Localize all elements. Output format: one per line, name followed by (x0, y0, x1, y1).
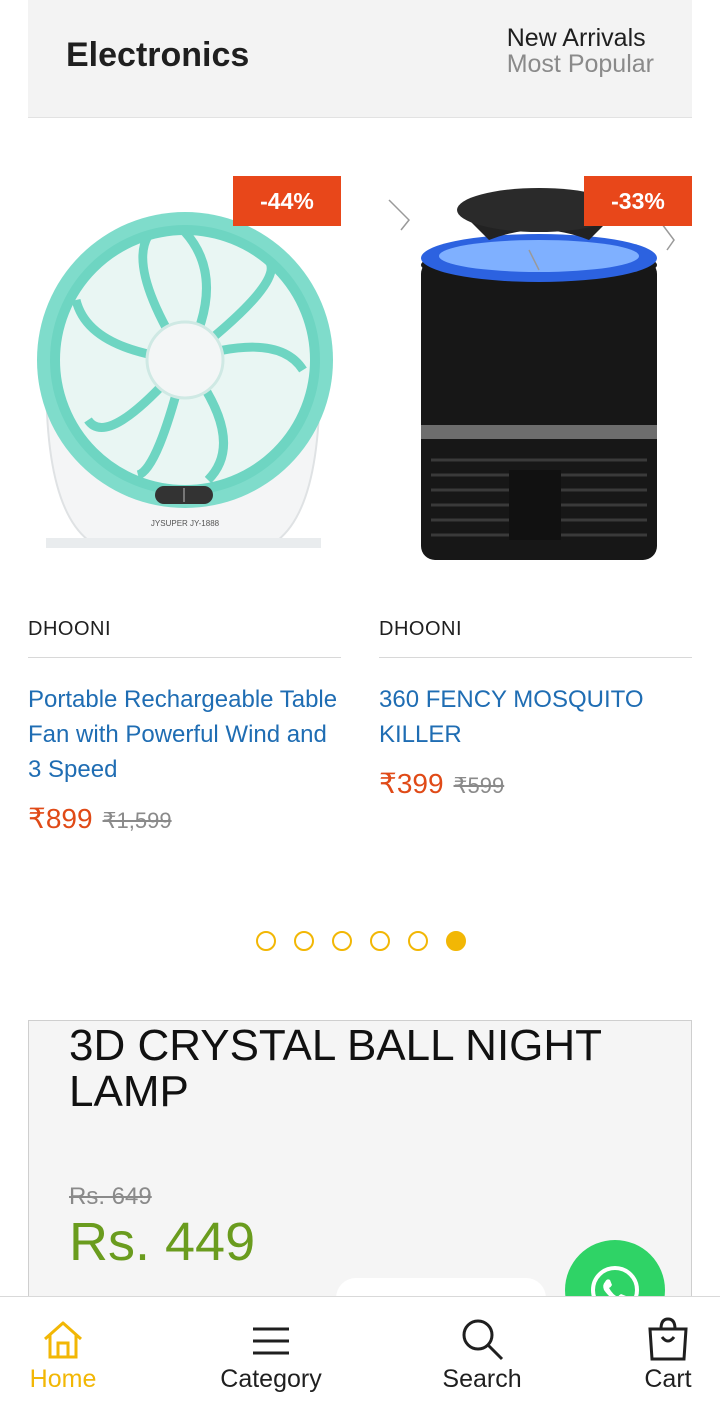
home-icon (44, 1321, 82, 1359)
sort-new-arrivals[interactable]: New Arrivals (507, 25, 654, 51)
product-name-link[interactable]: Portable Rechargeable Table Fan with Pow… (28, 682, 341, 787)
product-brand: DHOONI (379, 618, 462, 640)
sort-options: New Arrivals Most Popular (507, 25, 654, 77)
fan-label-text: JYSUPER JY-1888 (151, 519, 220, 528)
nav-search-label: Search (442, 1365, 522, 1393)
nav-cart[interactable]: Cart (628, 1297, 708, 1404)
product-card[interactable]: JYSUPER JY-1888 -44% DHOONI Portable Rec… (28, 170, 341, 850)
product-price: ₹399 (379, 768, 444, 799)
shopping-bag-icon (648, 1317, 688, 1361)
discount-badge: -44% (233, 176, 341, 226)
product-original-price: ₹1,599 (102, 808, 172, 833)
nav-category-label: Category (220, 1365, 322, 1393)
promo-original-price: Rs. 649 (69, 1183, 152, 1210)
pager-dot[interactable] (408, 931, 428, 951)
nav-search[interactable]: Search (432, 1297, 532, 1404)
sort-most-popular[interactable]: Most Popular (507, 51, 654, 77)
table-fan-image[interactable]: JYSUPER JY-1888 (28, 170, 341, 590)
product-brand: DHOONI (28, 618, 111, 640)
nav-category[interactable]: Category (206, 1297, 336, 1404)
price-row: ₹399 ₹599 (379, 767, 504, 800)
search-icon (462, 1319, 504, 1361)
pager-dot[interactable] (256, 931, 276, 951)
nav-home[interactable]: Home (18, 1297, 108, 1404)
pager-dot[interactable] (332, 931, 352, 951)
bottom-navigation: Home Category Search Cart (0, 1296, 720, 1404)
promo-title: 3D CRYSTAL BALL NIGHT LAMP (69, 1021, 602, 1116)
pager-dot-active[interactable] (446, 931, 466, 951)
pager-dot[interactable] (370, 931, 390, 951)
nav-cart-label: Cart (644, 1365, 692, 1393)
divider (379, 657, 692, 658)
divider (28, 657, 341, 658)
product-name-link[interactable]: 360 FENCY MOSQUITO KILLER (379, 682, 692, 752)
nav-home-label: Home (29, 1365, 97, 1393)
product-price: ₹899 (28, 803, 93, 834)
section-header: Electronics New Arrivals Most Popular (28, 0, 692, 118)
menu-icon (253, 1327, 289, 1355)
pager-dot[interactable] (294, 931, 314, 951)
price-row: ₹899 ₹1,599 (28, 802, 172, 835)
promo-price: Rs. 449 (69, 1212, 256, 1272)
carousel-pagination (256, 931, 466, 951)
section-title: Electronics (66, 36, 250, 74)
product-card[interactable]: -33% DHOONI 360 FENCY MOSQUITO KILLER ₹3… (379, 170, 692, 850)
mosquito-killer-image[interactable] (379, 170, 692, 590)
product-original-price: ₹599 (453, 773, 505, 798)
discount-badge: -33% (584, 176, 692, 226)
